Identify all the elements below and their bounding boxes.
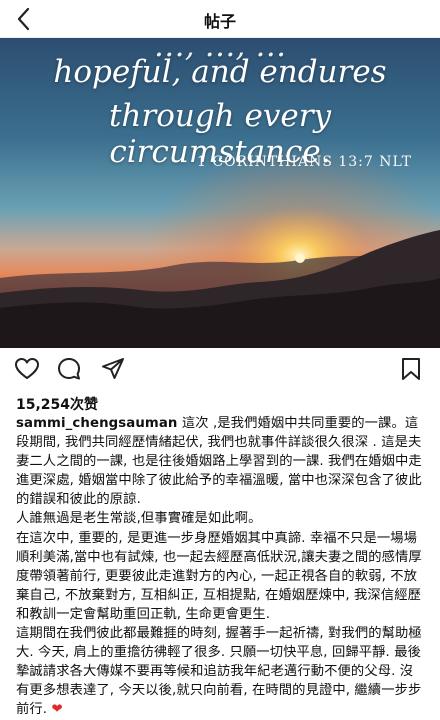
post-image[interactable]: …, …, … hopeful, and endures through eve… [0,38,440,348]
heart-icon[interactable] [14,356,40,382]
verse-line-1: hopeful, and endures [53,54,387,90]
caption-paragraph-4: 這期間在我們彼此都最難捱的時刻, 握著手一起祈禱, 對我們的幫助極大. 今天, … [16,626,422,718]
heart-emoji-icon: ❤ [51,702,63,718]
username[interactable]: sammi_chengsauman [16,416,178,431]
comment-icon[interactable] [56,356,82,382]
verse-reference: 1 CORINTHIANS 13:7 NLT [197,154,412,170]
share-icon[interactable] [100,356,126,382]
caption-paragraph-2: 人誰無過是老生常談,但事實確是如此啊。 [16,511,262,527]
bookmark-icon[interactable] [398,356,424,382]
post-caption: sammi_chengsauman 這次 ,是我們婚姻中共同重要的一課。這段期間… [16,414,426,720]
caption-paragraph-3: 在這次中, 重要的, 是更進一步身歷婚姻其中真諦. 幸福不只是一場場順利美滿,當… [16,530,422,622]
like-count[interactable]: 15,254次赞 [16,394,98,414]
post-actions [0,350,440,390]
page-title: 帖子 [203,12,236,31]
top-bar: 帖子 [0,0,440,38]
